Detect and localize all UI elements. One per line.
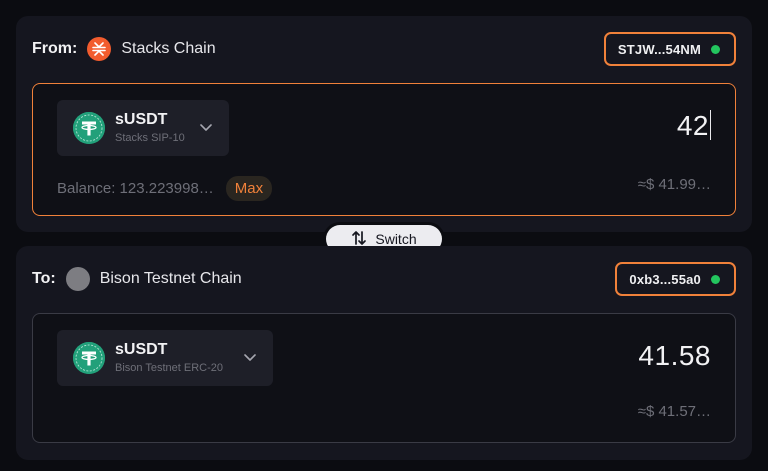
to-chain-name: Bison Testnet Chain bbox=[99, 270, 242, 287]
max-button[interactable]: Max bbox=[225, 176, 273, 201]
from-token-text: sUSDT Stacks SIP-10 bbox=[115, 111, 185, 145]
to-token-standard: Bison Testnet ERC-20 bbox=[115, 362, 224, 374]
from-balance-row: Balance: 123.223998… Max bbox=[57, 176, 273, 201]
bison-chain-icon bbox=[65, 267, 90, 291]
switch-label: Switch bbox=[375, 231, 417, 247]
connected-status-icon bbox=[711, 44, 720, 54]
from-token-box: sUSDT Stacks SIP-10 42 Balance: 123.2239… bbox=[32, 83, 736, 216]
from-usd-value: ≈$ 41.99… bbox=[637, 176, 711, 193]
from-balance: Balance: 123.223998… bbox=[57, 180, 214, 197]
stacks-chain-icon bbox=[87, 37, 112, 61]
text-cursor bbox=[710, 110, 711, 140]
to-label: To: bbox=[32, 270, 56, 287]
chevron-down-icon bbox=[199, 120, 213, 139]
to-token-box: sUSDT Bison Testnet ERC-20 41.58 ≈$ 41.5… bbox=[32, 313, 736, 443]
tether-icon bbox=[73, 342, 105, 374]
from-panel: From: Stacks Chain STJW...54NM sUSDT Sta… bbox=[16, 16, 752, 232]
to-wallet-address: 0xb3...55a0 bbox=[629, 271, 701, 287]
to-token-symbol: sUSDT bbox=[115, 341, 168, 358]
from-chain-name: Stacks Chain bbox=[121, 40, 216, 57]
to-usd-value: ≈$ 41.57… bbox=[637, 403, 711, 420]
from-amount-value: 42 bbox=[676, 110, 709, 141]
to-token-text: sUSDT Bison Testnet ERC-20 bbox=[115, 341, 223, 375]
from-wallet-address: STJW...54NM bbox=[617, 41, 701, 57]
to-wallet-address-button[interactable]: 0xb3...55a0 bbox=[615, 262, 736, 296]
to-amount: 41.58 bbox=[638, 340, 711, 371]
to-token-selector[interactable]: sUSDT Bison Testnet ERC-20 bbox=[57, 330, 273, 386]
from-token-symbol: sUSDT bbox=[115, 111, 168, 128]
to-panel: To: Bison Testnet Chain 0xb3...55a0 sUSD… bbox=[16, 246, 752, 460]
connected-status-icon bbox=[711, 274, 720, 284]
from-token-selector[interactable]: sUSDT Stacks SIP-10 bbox=[57, 100, 229, 156]
from-amount-input[interactable]: 42 bbox=[677, 110, 711, 142]
from-token-standard: Stacks SIP-10 bbox=[115, 132, 185, 144]
from-wallet-address-button[interactable]: STJW...54NM bbox=[603, 32, 736, 66]
from-label: From: bbox=[32, 40, 78, 57]
tether-icon bbox=[73, 112, 105, 144]
chevron-down-icon bbox=[243, 350, 257, 369]
